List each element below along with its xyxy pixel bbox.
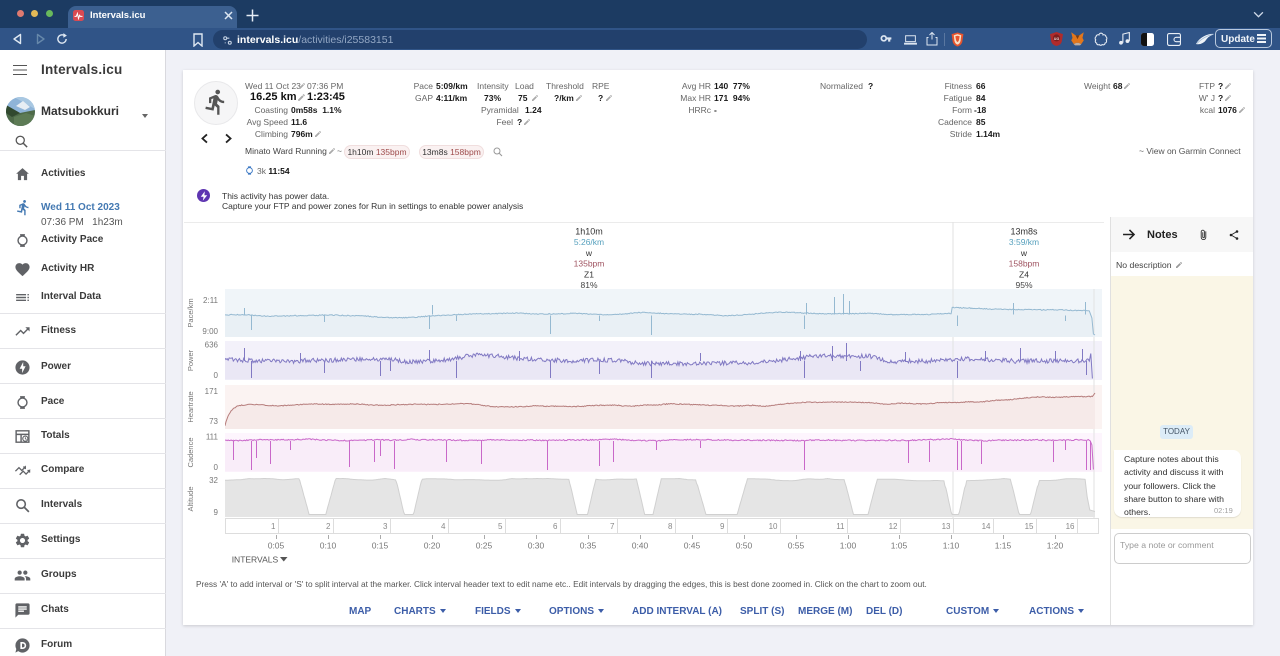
svg-text:0: 0: [214, 463, 219, 472]
svg-text:1:15: 1:15: [995, 541, 1012, 551]
svg-text:INTERVALS: INTERVALS: [232, 555, 279, 565]
svg-text:w: w: [585, 248, 593, 258]
svg-text:0:30: 0:30: [528, 541, 545, 551]
svg-text:111: 111: [206, 433, 219, 442]
svg-text:0:50: 0:50: [736, 541, 753, 551]
svg-text:Power: Power: [186, 349, 195, 371]
svg-text:16: 16: [1066, 522, 1075, 531]
svg-text:171: 171: [205, 387, 219, 396]
svg-text:5: 5: [498, 522, 503, 531]
svg-text:1:00: 1:00: [840, 541, 857, 551]
svg-text:5:26/km: 5:26/km: [574, 237, 604, 247]
svg-text:w: w: [1020, 248, 1028, 258]
svg-text:0:15: 0:15: [372, 541, 389, 551]
svg-text:1:20: 1:20: [1047, 541, 1064, 551]
svg-text:Heartrate: Heartrate: [186, 391, 195, 422]
svg-text:1:05: 1:05: [891, 541, 908, 551]
svg-text:Altitude: Altitude: [186, 486, 195, 511]
svg-text:0:25: 0:25: [476, 541, 493, 551]
svg-text:9:00: 9:00: [202, 327, 218, 336]
svg-text:73: 73: [209, 417, 218, 426]
svg-text:3:59/km: 3:59/km: [1009, 237, 1039, 247]
svg-text:Z1: Z1: [584, 269, 594, 279]
svg-text:Pace/km: Pace/km: [186, 298, 195, 327]
svg-text:3: 3: [383, 522, 388, 531]
svg-text:1:10: 1:10: [943, 541, 960, 551]
svg-text:0:20: 0:20: [424, 541, 441, 551]
svg-text:15: 15: [1025, 522, 1034, 531]
svg-text:4: 4: [441, 522, 446, 531]
svg-text:Z4: Z4: [1019, 269, 1029, 279]
svg-text:8: 8: [668, 522, 673, 531]
svg-text:7: 7: [610, 522, 615, 531]
svg-text:0:55: 0:55: [788, 541, 805, 551]
svg-text:1: 1: [271, 522, 276, 531]
svg-text:1h10m: 1h10m: [575, 227, 603, 237]
svg-text:11: 11: [836, 522, 845, 531]
svg-text:81%: 81%: [580, 280, 597, 290]
svg-text:9: 9: [720, 522, 725, 531]
svg-text:2:11: 2:11: [203, 296, 219, 305]
svg-text:135bpm: 135bpm: [574, 259, 605, 269]
svg-text:0:10: 0:10: [320, 541, 337, 551]
svg-text:636: 636: [205, 341, 219, 350]
svg-text:0:45: 0:45: [684, 541, 701, 551]
svg-text:13: 13: [942, 522, 951, 531]
svg-text:32: 32: [209, 476, 218, 485]
svg-text:158bpm: 158bpm: [1009, 259, 1040, 269]
svg-text:uo: uo: [1054, 37, 1060, 42]
svg-text:12: 12: [889, 522, 898, 531]
svg-text:0: 0: [214, 371, 219, 380]
svg-text:0:40: 0:40: [632, 541, 649, 551]
svg-text:14: 14: [982, 522, 991, 531]
svg-text:2: 2: [326, 522, 331, 531]
svg-text:6: 6: [553, 522, 558, 531]
svg-text:0:05: 0:05: [268, 541, 285, 551]
svg-text:95%: 95%: [1015, 280, 1032, 290]
svg-text:0:35: 0:35: [580, 541, 597, 551]
svg-text:9: 9: [214, 508, 219, 517]
svg-text:Cadence: Cadence: [186, 437, 195, 467]
svg-text:10: 10: [769, 522, 778, 531]
svg-text:13m8s: 13m8s: [1010, 227, 1038, 237]
